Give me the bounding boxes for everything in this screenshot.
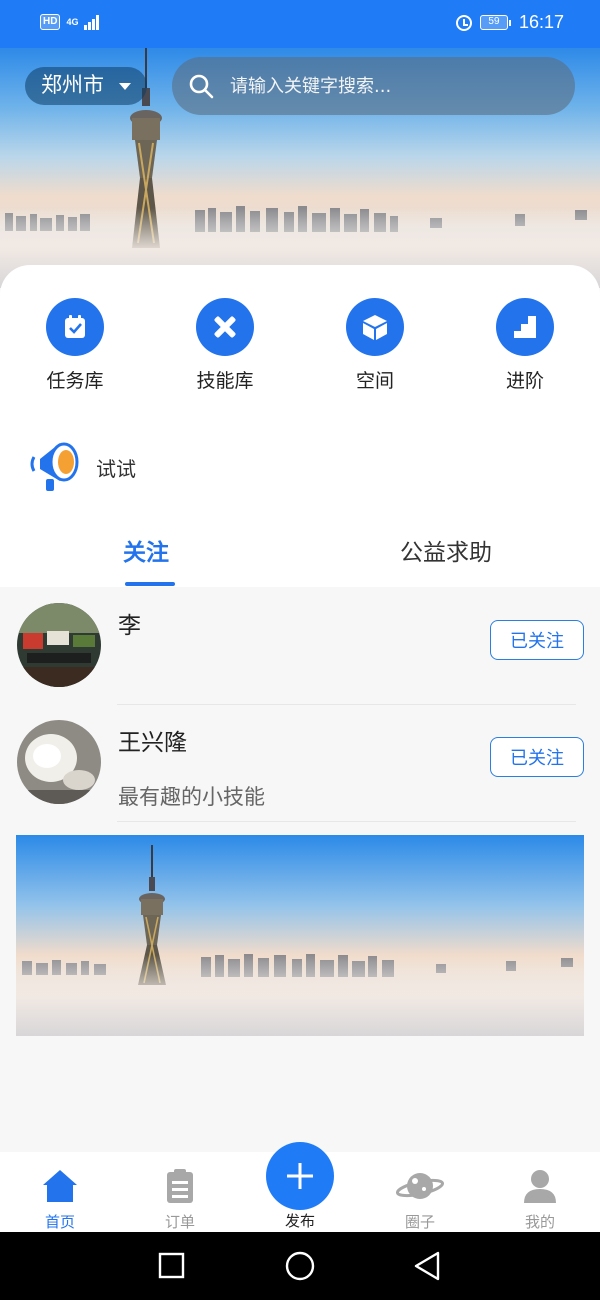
city-label: 郑州市 xyxy=(41,74,104,97)
publish-button[interactable] xyxy=(266,1142,334,1210)
bottom-nav: 首页 订单 发布 圈子 我的 xyxy=(0,1142,600,1232)
battery-icon: 59 xyxy=(479,15,511,30)
follow-list: 李 已关注 王兴隆 最有趣的小技能 已关注 xyxy=(0,588,600,822)
megaphone-icon xyxy=(30,442,79,491)
city-skyline-image xyxy=(16,835,584,1036)
status-left: HD 4G xyxy=(40,14,100,30)
system-nav-bar xyxy=(0,1232,600,1300)
stairs-icon xyxy=(496,298,554,356)
quick-action-space[interactable]: 空间 xyxy=(315,298,435,393)
followed-button[interactable]: 已关注 xyxy=(490,620,584,660)
nav-label: 我的 xyxy=(524,1213,555,1231)
promo-banner[interactable] xyxy=(16,835,584,1036)
recent-apps-icon[interactable] xyxy=(158,1252,185,1279)
list-item[interactable]: 王兴隆 最有趣的小技能 已关注 xyxy=(0,705,600,822)
nav-label: 圈子 xyxy=(404,1213,435,1231)
user-name: 王兴隆 xyxy=(118,730,187,756)
city-selector-button[interactable]: 郑州市 xyxy=(25,67,147,105)
search-icon xyxy=(189,74,214,99)
user-icon xyxy=(524,1170,556,1203)
signal-icon xyxy=(84,14,100,30)
quick-action-advance[interactable]: 进阶 xyxy=(465,298,585,393)
plus-icon xyxy=(287,1163,313,1189)
divider xyxy=(117,821,576,822)
status-bar: HD 4G 59 16:17 xyxy=(0,0,600,48)
nav-label: 订单 xyxy=(164,1213,195,1231)
hero-banner: 郑州市 xyxy=(0,48,600,288)
clock: 16:17 xyxy=(518,12,564,32)
tab-following[interactable]: 关注 xyxy=(123,533,169,567)
status-right: 59 16:17 xyxy=(455,12,564,33)
hd-badge: HD xyxy=(40,14,61,30)
followed-button[interactable]: 已关注 xyxy=(490,737,584,777)
publish-label[interactable]: 发布 xyxy=(260,1210,340,1231)
user-name: 李 xyxy=(118,613,141,639)
nav-home[interactable]: 首页 xyxy=(20,1167,100,1232)
tab-active-indicator xyxy=(125,582,175,586)
home-circle-icon[interactable] xyxy=(285,1251,315,1281)
planet-icon xyxy=(395,1173,445,1199)
search-input[interactable] xyxy=(230,65,560,107)
cube-icon xyxy=(346,298,404,356)
announcement-label: 试试 xyxy=(96,456,136,481)
quick-action-skill-library[interactable]: 技能库 xyxy=(165,298,285,393)
task-clipboard-icon xyxy=(46,298,104,356)
battery-level: 59 xyxy=(479,15,508,30)
nav-orders[interactable]: 订单 xyxy=(140,1167,220,1232)
quick-action-label: 任务库 xyxy=(46,370,104,392)
search-bar[interactable] xyxy=(172,57,575,115)
tab-charity-help[interactable]: 公益求助 xyxy=(400,533,492,567)
quick-action-label: 技能库 xyxy=(196,370,254,392)
avatar[interactable] xyxy=(17,603,101,687)
quick-action-label: 空间 xyxy=(355,370,394,392)
nav-mine[interactable]: 我的 xyxy=(500,1167,580,1232)
main-card: 任务库 技能库 空间 进阶 试试 关注 公益求助 xyxy=(0,265,600,587)
quick-action-task-library[interactable]: 任务库 xyxy=(15,298,135,393)
list-item[interactable]: 李 已关注 xyxy=(0,588,600,705)
quick-action-label: 进阶 xyxy=(505,370,544,392)
nav-label: 首页 xyxy=(44,1213,75,1231)
tools-icon xyxy=(196,298,254,356)
clipboard-icon xyxy=(167,1169,193,1203)
announcement-row[interactable]: 试试 xyxy=(30,437,136,497)
network-label: 4G xyxy=(66,16,79,27)
back-triangle-icon[interactable] xyxy=(414,1251,440,1281)
alarm-icon xyxy=(455,14,472,31)
chevron-down-icon xyxy=(119,83,131,90)
nav-circle[interactable]: 圈子 xyxy=(380,1167,460,1232)
user-subtitle: 最有趣的小技能 xyxy=(118,785,265,809)
avatar[interactable] xyxy=(17,720,101,804)
home-icon xyxy=(43,1170,77,1202)
